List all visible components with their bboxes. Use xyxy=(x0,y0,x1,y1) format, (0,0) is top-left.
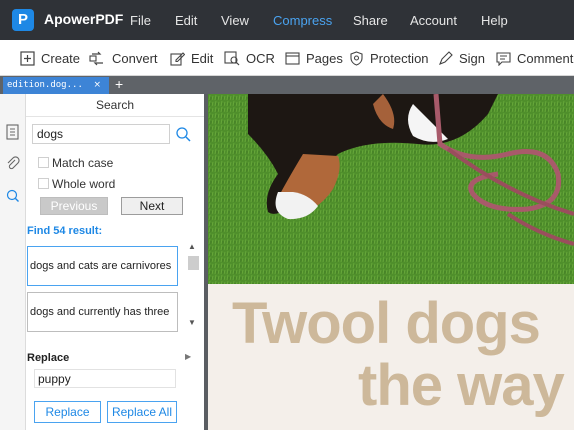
sign-label: Sign xyxy=(459,50,486,66)
divider xyxy=(26,116,204,117)
convert-label: Convert xyxy=(112,50,158,66)
results-scrollbar[interactable]: ▲ ▼ xyxy=(186,242,200,330)
replace-input[interactable] xyxy=(34,369,176,388)
replace-title: Replace xyxy=(27,352,70,364)
document-view: Twool dogs the way xyxy=(208,94,574,430)
menu-view[interactable]: View xyxy=(221,13,249,28)
app-name: ApowerPDF xyxy=(44,11,124,27)
match-case-label: Match case xyxy=(52,156,114,170)
next-button[interactable]: Next xyxy=(121,197,183,215)
search-panel: Search Match case Whole word Previous Ne… xyxy=(26,94,204,430)
pages-icon xyxy=(285,51,300,65)
edit-button[interactable]: Edit xyxy=(170,49,213,67)
pages-label: Pages xyxy=(306,50,343,66)
menu-bar: P ApowerPDF File Edit View Compress Shar… xyxy=(0,0,574,40)
menu-compress[interactable]: Compress xyxy=(273,13,332,28)
plus-box-icon xyxy=(20,50,35,66)
new-tab-button[interactable]: + xyxy=(115,76,123,93)
scrollbar-thumb[interactable] xyxy=(188,256,199,270)
menu-edit[interactable]: Edit xyxy=(175,13,197,28)
menu-help[interactable]: Help xyxy=(481,13,508,28)
previous-button[interactable]: Previous xyxy=(40,197,108,215)
comment-label: Comment xyxy=(517,50,574,66)
pages-button[interactable]: Pages xyxy=(285,49,343,67)
attachment-icon[interactable] xyxy=(5,156,21,172)
scroll-down-icon[interactable]: ▼ xyxy=(188,318,196,327)
dog-photo xyxy=(208,94,574,284)
replace-all-button[interactable]: Replace All xyxy=(107,401,177,423)
toolbar: Create Convert Edit OCR Pages Protection… xyxy=(0,40,574,76)
create-label: Create xyxy=(41,50,81,66)
list-item[interactable]: dogs and cats are carnivores xyxy=(27,246,178,286)
ocr-scan-icon xyxy=(224,50,240,65)
protection-button[interactable]: Protection xyxy=(349,49,429,67)
search-panel-title: Search xyxy=(95,98,135,112)
menu-file[interactable]: File xyxy=(130,13,151,28)
edit-pencil-icon xyxy=(170,51,185,66)
shield-icon xyxy=(350,50,363,66)
side-rail xyxy=(0,94,26,430)
match-case-checkbox[interactable] xyxy=(38,157,49,168)
ocr-label: OCR xyxy=(246,50,275,66)
result-list: dogs and cats are carnivores dogs and cu… xyxy=(26,242,204,332)
protection-label: Protection xyxy=(370,50,429,66)
whole-word-label: Whole word xyxy=(52,177,116,191)
tab-document[interactable]: edition.dog... × xyxy=(3,77,109,94)
search-input[interactable] xyxy=(32,124,170,144)
ocr-button[interactable]: OCR xyxy=(224,49,275,67)
comment-bubble-icon xyxy=(496,51,511,66)
whole-word-checkbox[interactable] xyxy=(38,178,49,189)
replace-button[interactable]: Replace xyxy=(34,401,101,423)
search-icon[interactable] xyxy=(175,126,191,142)
sign-button[interactable]: Sign xyxy=(438,49,485,67)
convert-icon xyxy=(89,51,103,65)
comment-button[interactable]: Comment xyxy=(496,49,573,67)
scroll-up-icon[interactable]: ▲ xyxy=(188,242,196,251)
list-item[interactable]: dogs and currently has three xyxy=(27,292,178,332)
document-tab-bar: edition.dog... × + xyxy=(0,76,574,94)
menu-share[interactable]: Share xyxy=(353,13,388,28)
thumbnails-icon[interactable] xyxy=(5,124,21,140)
search-panel-icon[interactable] xyxy=(2,188,24,204)
collapse-arrow-icon[interactable]: ▶ xyxy=(185,352,191,361)
create-button[interactable]: Create xyxy=(20,49,80,67)
result-count: Find 54 result: xyxy=(27,225,103,237)
document-heading-line-2: the way xyxy=(358,353,565,418)
tab-document-label: edition.dog... xyxy=(7,80,83,90)
app-logo-icon: P xyxy=(12,9,34,31)
tab-close-icon[interactable]: × xyxy=(93,77,101,94)
edit-label: Edit xyxy=(191,50,214,66)
pen-sign-icon xyxy=(439,50,453,65)
convert-button[interactable]: Convert xyxy=(89,49,158,67)
document-heading-line-1: Twool dogs xyxy=(232,291,541,356)
menu-account[interactable]: Account xyxy=(410,13,457,28)
